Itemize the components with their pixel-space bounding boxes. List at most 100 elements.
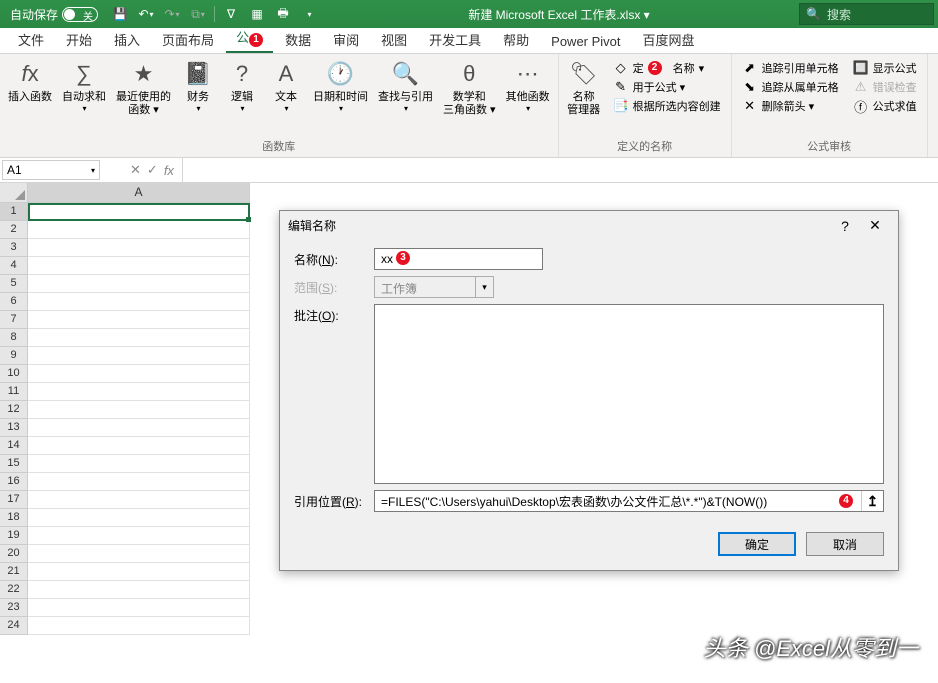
row-header[interactable]: 10 (0, 365, 28, 383)
row-header[interactable]: 11 (0, 383, 28, 401)
comment-textarea[interactable] (374, 304, 884, 484)
help-button[interactable]: ? (830, 218, 860, 234)
cell[interactable] (28, 275, 250, 293)
collapse-dialog-icon[interactable]: ↥ (861, 491, 883, 511)
cell[interactable] (28, 347, 250, 365)
create-selection-button[interactable]: 📑根据所选内容创建 (609, 97, 725, 115)
tab-home[interactable]: 开始 (56, 26, 102, 53)
row-header[interactable]: 22 (0, 581, 28, 599)
copy-icon[interactable]: ⧉▾ (188, 4, 208, 24)
more-button[interactable]: ⋯其他函数▾ (502, 57, 554, 115)
row-header[interactable]: 3 (0, 239, 28, 257)
cell[interactable] (28, 581, 250, 599)
math-button[interactable]: θ数学和 三角函数 ▾ (439, 57, 500, 119)
ok-button[interactable]: 确定 (718, 532, 796, 556)
eval-formula-button[interactable]: ⓕ公式求值 (849, 97, 921, 115)
qat-dropdown-icon[interactable]: ▾ (299, 4, 319, 24)
formula-bar[interactable] (182, 158, 938, 182)
cell[interactable] (28, 437, 250, 455)
row-header[interactable]: 2 (0, 221, 28, 239)
search-box[interactable]: 🔍 搜索 (799, 3, 934, 25)
cell[interactable] (28, 419, 250, 437)
toggle-switch[interactable]: 关 (62, 7, 98, 22)
cell[interactable] (28, 473, 250, 491)
print-icon[interactable]: 🖶 (273, 4, 293, 24)
row-header[interactable]: 4 (0, 257, 28, 275)
tab-view[interactable]: 视图 (371, 26, 417, 53)
use-formula-button[interactable]: ✎用于公式 ▾ (609, 78, 725, 96)
row-header[interactable]: 19 (0, 527, 28, 545)
tab-data[interactable]: 数据 (275, 26, 321, 53)
row-header[interactable]: 14 (0, 437, 28, 455)
fx-icon[interactable]: fx (164, 163, 174, 178)
cancel-formula-icon[interactable]: ✕ (130, 162, 141, 178)
cell[interactable] (28, 383, 250, 401)
insert-function-button[interactable]: fx插入函数 (4, 57, 56, 106)
filter-icon[interactable]: ∇ (221, 4, 241, 24)
cell[interactable] (28, 365, 250, 383)
datetime-button[interactable]: 🕐日期和时间▾ (309, 57, 372, 115)
undo-icon[interactable]: ↶▾ (136, 4, 156, 24)
cell[interactable] (28, 545, 250, 563)
row-header[interactable]: 18 (0, 509, 28, 527)
cell[interactable] (28, 527, 250, 545)
cell[interactable] (28, 221, 250, 239)
remove-arrows-button[interactable]: ✕删除箭头 ▾ (738, 97, 843, 115)
logical-button[interactable]: ?逻辑▾ (221, 57, 263, 115)
tab-baidu[interactable]: 百度网盘 (633, 26, 705, 53)
cell[interactable] (28, 203, 250, 221)
col-header-a[interactable]: A (28, 183, 250, 203)
row-header[interactable]: 16 (0, 473, 28, 491)
refers-input[interactable] (375, 491, 861, 511)
select-all-corner[interactable] (0, 183, 28, 203)
tab-dev[interactable]: 开发工具 (419, 26, 491, 53)
row-header[interactable]: 8 (0, 329, 28, 347)
close-icon[interactable]: ✕ (860, 217, 890, 234)
autosave-toggle[interactable]: 自动保存 关 (4, 6, 104, 23)
cell[interactable] (28, 401, 250, 419)
row-header[interactable]: 20 (0, 545, 28, 563)
tab-formulas[interactable]: 公1 (226, 23, 273, 53)
row-header[interactable]: 17 (0, 491, 28, 509)
row-header[interactable]: 9 (0, 347, 28, 365)
row-header[interactable]: 13 (0, 419, 28, 437)
row-header[interactable]: 6 (0, 293, 28, 311)
tab-file[interactable]: 文件 (8, 26, 54, 53)
cell[interactable] (28, 311, 250, 329)
row-header[interactable]: 7 (0, 311, 28, 329)
dialog-titlebar[interactable]: 编辑名称 ? ✕ (280, 211, 898, 240)
financial-button[interactable]: 📓财务▾ (177, 57, 219, 115)
row-header[interactable]: 24 (0, 617, 28, 635)
trace-precedents-button[interactable]: ⬈追踪引用单元格 (738, 59, 843, 77)
name-manager-button[interactable]: 🏷名称 管理器 (563, 57, 605, 119)
cancel-button[interactable]: 取消 (806, 532, 884, 556)
tab-layout[interactable]: 页面布局 (152, 26, 224, 53)
grid-icon[interactable]: ▦ (247, 4, 267, 24)
cell[interactable] (28, 599, 250, 617)
cell[interactable] (28, 455, 250, 473)
row-header[interactable]: 15 (0, 455, 28, 473)
tab-help[interactable]: 帮助 (493, 26, 539, 53)
row-header[interactable]: 1 (0, 203, 28, 221)
save-icon[interactable]: 💾 (110, 4, 130, 24)
cell[interactable] (28, 617, 250, 635)
text-button[interactable]: A文本▾ (265, 57, 307, 115)
autosum-button[interactable]: ∑自动求和▾ (58, 57, 110, 115)
tab-insert[interactable]: 插入 (104, 26, 150, 53)
tab-pivot[interactable]: Power Pivot (541, 30, 630, 53)
cell[interactable] (28, 239, 250, 257)
error-check-button[interactable]: ⚠错误检查 (849, 78, 921, 96)
cell[interactable] (28, 329, 250, 347)
show-formulas-button[interactable]: 🔲显示公式 (849, 59, 921, 77)
cell[interactable] (28, 491, 250, 509)
cell[interactable] (28, 257, 250, 275)
recent-button[interactable]: ★最近使用的 函数 ▾ (112, 57, 175, 119)
redo-icon[interactable]: ↷▾ (162, 4, 182, 24)
chevron-down-icon[interactable]: ▾ (91, 166, 95, 175)
cell[interactable] (28, 293, 250, 311)
cell[interactable] (28, 563, 250, 581)
cell[interactable] (28, 509, 250, 527)
define-name-button[interactable]: ◇定2 名称 ▾ (609, 59, 725, 77)
row-header[interactable]: 12 (0, 401, 28, 419)
lookup-button[interactable]: 🔍查找与引用▾ (374, 57, 437, 115)
